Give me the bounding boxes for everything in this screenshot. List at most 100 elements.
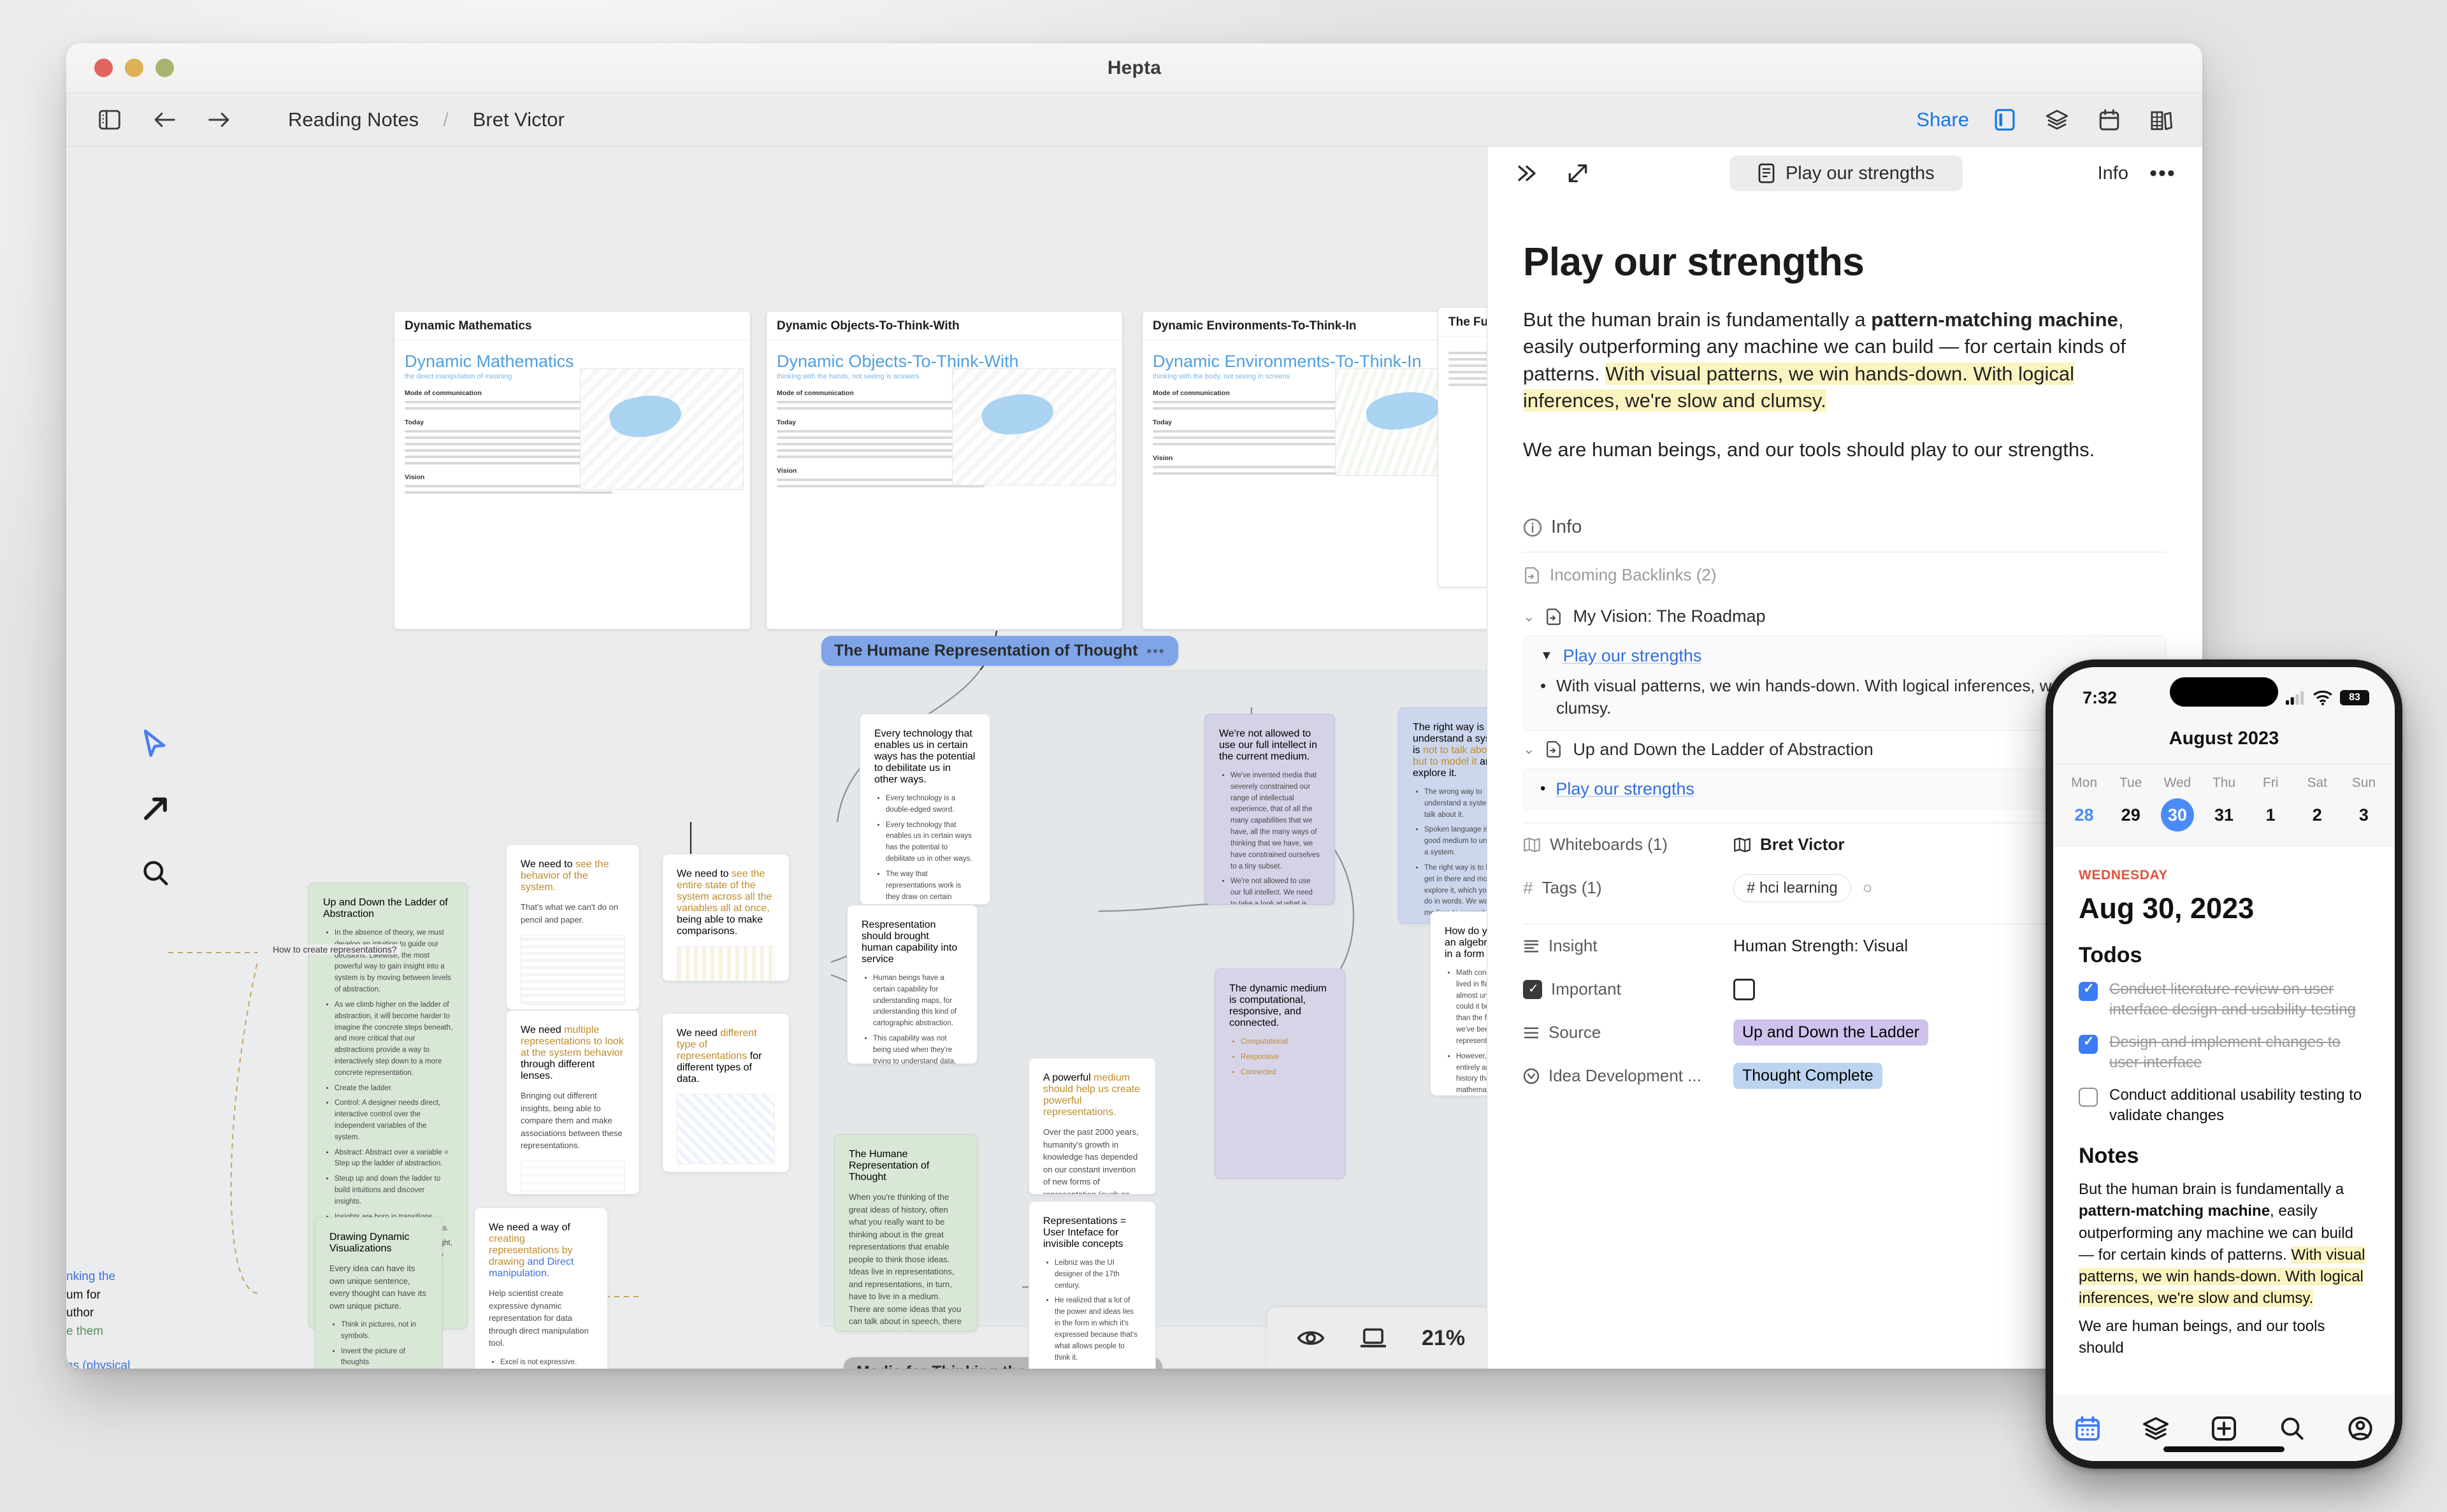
forward-arrow-icon[interactable] xyxy=(203,103,236,136)
backlink-source-row[interactable]: ⌄ My Vision: The Roadmap xyxy=(1523,598,2167,635)
info-button[interactable]: Info xyxy=(2098,163,2128,184)
canvas-zoom-toolbar[interactable]: 21% xyxy=(1267,1307,1487,1369)
share-button[interactable]: Share xyxy=(1916,108,1969,131)
canvas-tool-palette[interactable] xyxy=(138,726,173,891)
todo-checkbox[interactable] xyxy=(2079,1035,2098,1054)
important-checkbox[interactable] xyxy=(1733,979,1755,1000)
calendar-week-strip[interactable]: Mon 28 Tue 29 Wed 30 Thu 31 Fri 1 Sat 2 xyxy=(2053,763,2395,846)
backlink-link[interactable]: Play our strengths xyxy=(1563,646,1702,666)
profile-icon[interactable] xyxy=(2327,1416,2395,1441)
card-humane-representation[interactable]: The Humane Representation of Thought Whe… xyxy=(834,1134,978,1332)
whiteboard-canvas-pane[interactable]: Dynamic Mathematics Dynamic Mathematics … xyxy=(66,147,1487,1369)
tags-value-wrap[interactable]: # hci learning ○ xyxy=(1733,874,1872,902)
breadcrumb-item-bret-victor[interactable]: Bret Victor xyxy=(473,108,565,131)
paper-card[interactable]: The Ful xyxy=(1438,307,1487,587)
card-representations-ui[interactable]: Representations = User Inteface for invi… xyxy=(1029,1201,1156,1369)
sidebar-toggle-icon[interactable] xyxy=(93,103,126,136)
search-icon[interactable] xyxy=(2258,1416,2327,1441)
chevron-down-icon[interactable]: ⌄ xyxy=(1523,741,1534,758)
card-bullet: We've invented media that severely const… xyxy=(1231,770,1320,872)
calendar-day-sun[interactable]: Sun 3 xyxy=(2341,775,2387,832)
card-not-allowed-full-intellect[interactable]: We're not allowed to use our full intell… xyxy=(1204,714,1335,905)
calendar-month-label[interactable]: August 2023 xyxy=(2053,728,2395,763)
cursor-select-icon[interactable] xyxy=(138,726,173,762)
partial-card-left-edge: nking theum foruthore them xyxy=(66,1268,162,1341)
calendar-day-fri[interactable]: Fri 1 xyxy=(2248,775,2294,832)
card-right-way-model[interactable]: The right way is to understand a system … xyxy=(1398,707,1487,924)
card-different-types[interactable]: We need different type of representation… xyxy=(662,1013,790,1172)
zoom-level-label[interactable]: 21% xyxy=(1422,1326,1465,1351)
document-tab[interactable]: Play our strengths xyxy=(1729,155,1963,191)
document-paragraph-2: We are human beings, and our tools shoul… xyxy=(1523,436,2167,463)
calendar-icon[interactable] xyxy=(2093,103,2126,136)
weekday-name: Wed xyxy=(2154,775,2200,791)
tag-chip[interactable]: # hci learning xyxy=(1733,874,1851,902)
card-title: A powerful medium should help us create … xyxy=(1043,1072,1141,1118)
expand-chevrons-icon[interactable] xyxy=(1510,157,1543,190)
paper-card[interactable]: Dynamic Mathematics Dynamic Mathematics … xyxy=(394,311,751,630)
edge-label-create-representations: How to create representations? xyxy=(269,944,401,954)
present-icon[interactable] xyxy=(1361,1327,1386,1349)
paper-card[interactable]: Dynamic Environments-To-Think-In Dynamic… xyxy=(1142,311,1487,630)
search-icon[interactable] xyxy=(138,855,173,891)
card-thumbnail xyxy=(521,1161,625,1195)
triangle-down-icon[interactable]: ▼ xyxy=(1540,649,1553,663)
backlink-link[interactable]: Play our strengths xyxy=(1556,779,1694,799)
eye-icon[interactable] xyxy=(1297,1327,1325,1349)
add-tag-icon[interactable]: ○ xyxy=(1863,878,1873,898)
pointer-arrow-icon[interactable] xyxy=(138,791,173,826)
source-chip[interactable]: Up and Down the Ladder xyxy=(1733,1019,1928,1046)
card-every-technology[interactable]: Every technology that enables us in cert… xyxy=(860,714,990,905)
layers-icon[interactable] xyxy=(2121,1416,2190,1441)
todo-item[interactable]: Conduct literature review on user interf… xyxy=(2079,979,2369,1021)
calendar-day-sat[interactable]: Sat 2 xyxy=(2294,775,2341,832)
phone-screen[interactable]: 7:32 83 August 2023 Mon 28 Tue 29 Wed 30 xyxy=(2053,667,2395,1461)
card-entire-state[interactable]: We need to see the entire state of the s… xyxy=(662,854,790,981)
paper-sketch-illustration xyxy=(952,368,1116,486)
card-representation-human-capability[interactable]: Respresentation should brought human cap… xyxy=(847,905,978,1064)
library-icon[interactable] xyxy=(2145,103,2178,136)
calendar-icon[interactable] xyxy=(2053,1416,2121,1441)
card-bullet: In almost any given field, you can go in… xyxy=(1055,1367,1141,1369)
phone-content[interactable]: WEDNESDAY Aug 30, 2023 Todos Conduct lit… xyxy=(2053,846,2395,1395)
fullscreen-icon[interactable] xyxy=(1561,157,1594,190)
card-dynamic-medium[interactable]: The dynamic medium is computational, res… xyxy=(1215,968,1345,1179)
calendar-day-thu[interactable]: Thu 31 xyxy=(2200,775,2247,832)
card-powerful-medium[interactable]: A powerful medium should help us create … xyxy=(1029,1058,1156,1195)
group-more-icon[interactable]: ••• xyxy=(1146,643,1165,659)
card-bullet: Invent the picture of thoughts xyxy=(341,1346,428,1369)
backlinks-header[interactable]: Incoming Backlinks (2) xyxy=(1523,552,2167,598)
card-bullet: Control: A designer needs direct, intera… xyxy=(335,1098,453,1143)
todo-item[interactable]: Design and implement changes to user int… xyxy=(2079,1032,2369,1074)
back-arrow-icon[interactable] xyxy=(148,103,181,136)
whiteboards-value-wrap[interactable]: Bret Victor xyxy=(1733,835,1844,854)
card-creating-representations[interactable]: We need a way of creating representation… xyxy=(474,1207,608,1369)
paper-card[interactable]: Dynamic Objects-To-Think-With Dynamic Ob… xyxy=(766,311,1123,630)
idea-dev-chip[interactable]: Thought Complete xyxy=(1733,1063,1882,1089)
calendar-day-tue[interactable]: Tue 29 xyxy=(2107,775,2154,832)
add-icon[interactable] xyxy=(2190,1416,2258,1441)
todo-checkbox[interactable] xyxy=(2079,982,2098,1001)
panel-right-icon[interactable] xyxy=(1988,103,2021,136)
todo-item[interactable]: Conduct additional usability testing to … xyxy=(2079,1085,2369,1127)
insight-value[interactable]: Human Strength: Visual xyxy=(1733,936,1908,956)
todo-checkbox[interactable] xyxy=(2079,1088,2098,1107)
layers-icon[interactable] xyxy=(2040,103,2074,136)
card-bullet: Connected xyxy=(1241,1067,1331,1079)
more-options-icon[interactable]: ••• xyxy=(2146,157,2179,190)
card-algebraic-equation[interactable]: How do you represent an algebraic equati… xyxy=(1430,911,1487,1096)
chevron-down-icon[interactable]: ⌄ xyxy=(1523,608,1534,625)
card-multiple-representations[interactable]: We need multiple representations to look… xyxy=(506,1010,640,1195)
checkbox-icon xyxy=(1523,980,1542,999)
calendar-day-mon[interactable]: Mon 28 xyxy=(2061,775,2107,832)
card-drawing-dynamic-visualizations[interactable]: Drawing Dynamic Visualizations Every ide… xyxy=(315,1217,442,1369)
page-title: Play our strengths xyxy=(1523,240,2167,285)
whiteboards-label: Whiteboards (1) xyxy=(1550,835,1668,854)
whiteboard-canvas[interactable]: Dynamic Mathematics Dynamic Mathematics … xyxy=(66,147,1487,1369)
calendar-day-wed[interactable]: Wed 30 xyxy=(2154,775,2200,832)
tags-label: Tags (1) xyxy=(1542,878,1602,898)
group-pill-humane-representation[interactable]: The Humane Representation of Thought ••• xyxy=(821,636,1178,666)
breadcrumb-item-reading-notes[interactable]: Reading Notes xyxy=(288,108,419,131)
card-see-behavior[interactable]: We need to see the behavior of the syste… xyxy=(506,844,640,1010)
info-section-header[interactable]: Info xyxy=(1523,517,2167,538)
